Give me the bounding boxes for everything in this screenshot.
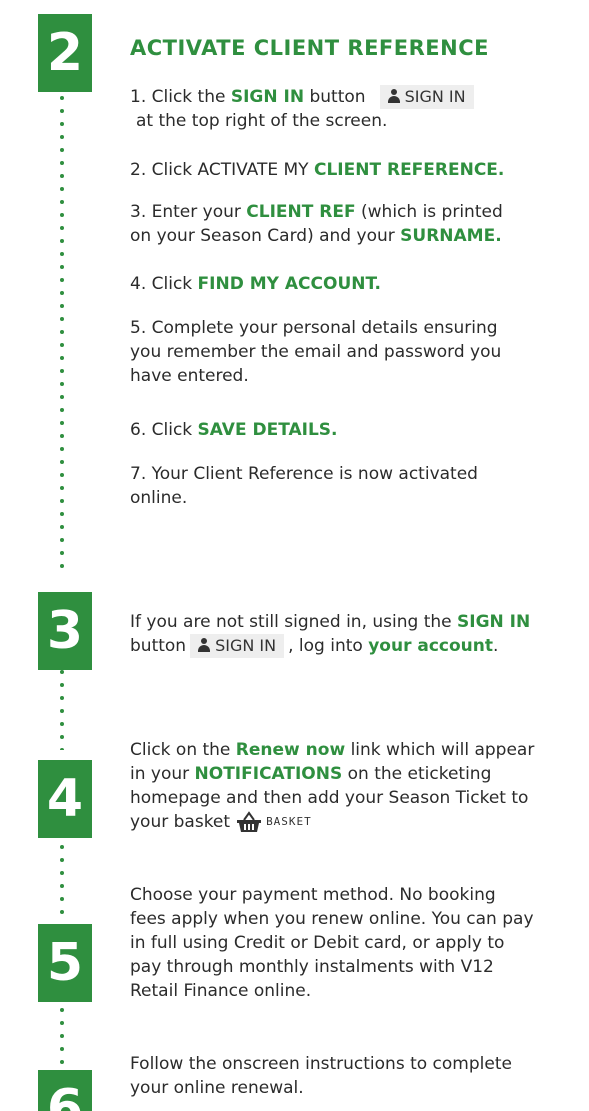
sign-in-button[interactable]: SIGN IN [190, 634, 285, 658]
step-number-badge: 6 [38, 1070, 92, 1111]
person-icon [387, 89, 400, 103]
step-3-text: If you are not still signed in, using th… [130, 610, 530, 658]
text: you remember the email and password you [130, 342, 502, 362]
instruction-4: 4. Click FIND MY ACCOUNT. [130, 272, 381, 296]
text: in your [130, 764, 195, 784]
text: have entered. [130, 366, 249, 386]
renew-now-link[interactable]: Renew now [236, 740, 345, 760]
text: Choose your payment method. No booking [130, 885, 496, 905]
text: your online renewal. [130, 1078, 304, 1098]
your-account-link[interactable]: your account [368, 636, 493, 656]
highlight: SURNAME. [400, 226, 502, 246]
dotted-connector [60, 670, 64, 750]
instruction-7: 7. Your Client Reference is now activate… [130, 462, 478, 510]
step-6-text: Follow the onscreen instructions to comp… [130, 1052, 512, 1100]
highlight: SIGN IN [457, 612, 531, 632]
text: online. [130, 488, 188, 508]
basket-button[interactable]: BASKET [236, 810, 312, 834]
text: in full using Credit or Debit card, or a… [130, 933, 505, 953]
text: Click on the [130, 740, 236, 760]
text: on the eticketing [342, 764, 492, 784]
step-number-badge: 2 [38, 14, 92, 92]
highlight: SIGN IN [230, 87, 305, 107]
text: Follow the onscreen instructions to comp… [130, 1054, 512, 1074]
text: 5. Complete your personal details ensuri… [130, 318, 498, 338]
section-title: ACTIVATE CLIENT REFERENCE [130, 36, 489, 60]
sign-in-label: SIGN IN [215, 636, 277, 655]
highlight: CLIENT REF [246, 202, 356, 222]
dotted-connector [60, 96, 64, 570]
instruction-3: 3. Enter your CLIENT REF (which is print… [130, 200, 503, 248]
highlight: SAVE DETAILS. [197, 420, 338, 440]
instruction-5: 5. Complete your personal details ensuri… [130, 316, 501, 388]
text: fees apply when you renew online. You ca… [130, 909, 534, 929]
text: 3. Enter your [130, 202, 247, 222]
basket-icon [237, 811, 262, 832]
text: (which is printed [355, 202, 503, 222]
step-4-text: Click on the Renew now link which will a… [130, 738, 534, 834]
highlight: FIND MY ACCOUNT. [197, 274, 381, 294]
sign-in-label: SIGN IN [404, 87, 466, 106]
text: 4. Click [130, 274, 198, 294]
sign-in-button[interactable]: SIGN IN [379, 85, 474, 109]
text: your basket [130, 812, 231, 832]
text: 7. Your Client Reference is now activate… [130, 464, 478, 484]
person-icon [198, 638, 211, 652]
text: 6. Click [130, 420, 198, 440]
instruction-6: 6. Click SAVE DETAILS. [130, 418, 338, 442]
highlight: NOTIFICATIONS [194, 764, 343, 784]
instruction-2: 2. Click ACTIVATE MY CLIENT REFERENCE. [130, 158, 504, 182]
dotted-connector [60, 1008, 64, 1078]
text: button [130, 636, 187, 656]
step-number-badge: 5 [38, 924, 92, 1002]
text: Retail Finance online. [130, 981, 312, 1001]
text: pay through monthly instalments with V12 [130, 957, 494, 977]
step-number-badge: 3 [38, 592, 92, 670]
text: at the top right of the screen. [136, 111, 388, 131]
text: button [304, 87, 366, 107]
text: . [493, 636, 499, 656]
highlight: CLIENT REFERENCE. [313, 160, 505, 180]
text: , log into [288, 636, 369, 656]
dotted-connector [60, 845, 64, 915]
instruction-1: 1. Click the SIGN IN button SIGN IN at th… [130, 85, 478, 133]
text: link which will appear [345, 740, 535, 760]
text: If you are not still signed in, using th… [130, 612, 458, 632]
basket-label: BASKET [266, 815, 312, 828]
text: on your Season Card) and your [130, 226, 401, 246]
text: 1. Click the [130, 87, 231, 107]
text: homepage and then add your Season Ticket… [130, 788, 529, 808]
text: 2. Click ACTIVATE MY [130, 160, 314, 180]
step-number-badge: 4 [38, 760, 92, 838]
step-5-text: Choose your payment method. No booking f… [130, 883, 534, 1003]
